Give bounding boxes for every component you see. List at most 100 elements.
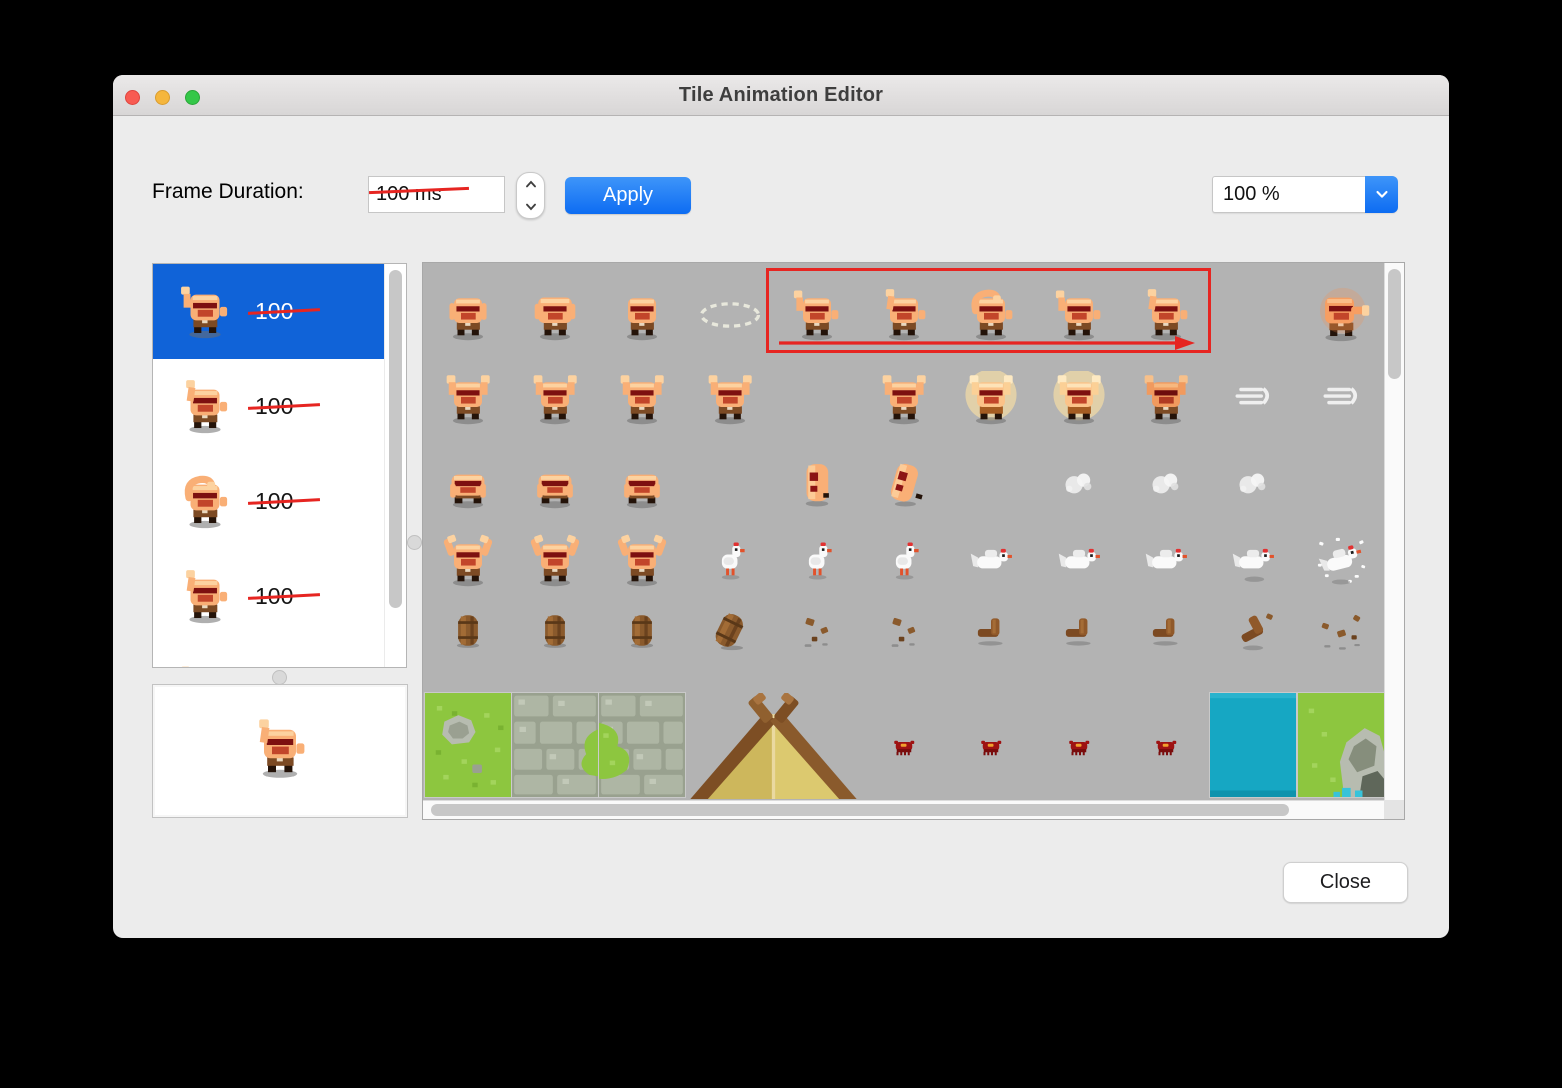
tile-smoke[interactable] xyxy=(1035,451,1122,515)
apply-button[interactable]: Apply xyxy=(565,177,691,214)
close-button[interactable]: Close xyxy=(1283,862,1408,903)
ogre-arms-up-sprite xyxy=(708,375,752,425)
frame-sprite xyxy=(176,663,234,667)
smoke-sprite xyxy=(1239,473,1266,494)
tile-chicken-fly[interactable] xyxy=(948,531,1035,591)
tile-debris-scatter[interactable] xyxy=(1297,601,1384,657)
tile-tile-grass-rock[interactable] xyxy=(1296,692,1384,799)
tile-tile-water[interactable] xyxy=(1209,692,1298,799)
tile-ogre-arms-up[interactable] xyxy=(424,367,511,431)
tile-ogre-arms-up-glow[interactable] xyxy=(1035,367,1122,431)
tile-ogre-roll-side[interactable] xyxy=(860,451,947,515)
tile-dash-effect[interactable] xyxy=(1297,367,1384,431)
scrollbar-thumb[interactable] xyxy=(1388,269,1401,379)
tile-barrel[interactable] xyxy=(599,601,686,657)
tile-ogre-crouch[interactable] xyxy=(424,451,511,515)
tile-chicken-fly[interactable] xyxy=(1122,531,1209,591)
tile-chicken[interactable] xyxy=(773,531,860,591)
tileset-horizontal-scrollbar[interactable] xyxy=(423,800,1384,819)
dash-effect-sprite xyxy=(1235,387,1270,405)
tile-debris[interactable] xyxy=(773,601,860,657)
tile-ogre-arms-up[interactable] xyxy=(599,367,686,431)
tile-ogre-wide[interactable] xyxy=(511,283,598,347)
tile-ogre-flex[interactable] xyxy=(424,531,511,591)
zoom-dropdown-button[interactable] xyxy=(1365,176,1398,213)
frame-duration-input[interactable] xyxy=(368,176,505,213)
ogre-arms-up-dark-sprite xyxy=(1144,375,1188,425)
tile-chicken[interactable] xyxy=(686,531,773,591)
scrollbar-thumb[interactable] xyxy=(431,804,1289,816)
frame-list-item[interactable]: 100 xyxy=(153,549,387,644)
tile-tent[interactable] xyxy=(686,692,861,800)
tile-log-fly[interactable] xyxy=(1210,601,1297,657)
tile-dash-effect[interactable] xyxy=(1210,367,1297,431)
tile-ogre-arms-up[interactable] xyxy=(511,367,598,431)
ogre-flex-sprite xyxy=(618,534,667,587)
frame-list-item[interactable]: 100 xyxy=(153,359,387,454)
marker-ellipse-sprite xyxy=(699,302,760,328)
frame-list-scrollbar[interactable] xyxy=(384,264,406,667)
tile-cell-empty[interactable] xyxy=(686,451,773,515)
ogre-arm-up2-sprite xyxy=(186,569,228,623)
tile-cell-empty[interactable] xyxy=(1210,283,1297,347)
splitter-handle-vertical[interactable] xyxy=(407,535,422,550)
ogre-arms-up-glow-sprite xyxy=(965,371,1017,425)
tile-log[interactable] xyxy=(1122,601,1209,657)
tile-chicken-fly[interactable] xyxy=(1035,531,1122,591)
tile-ogre-crouch[interactable] xyxy=(599,451,686,515)
tile-chicken-burst[interactable] xyxy=(1297,531,1384,591)
scrollbar-corner xyxy=(1384,800,1404,819)
frame-list: 100100100100100 xyxy=(152,263,407,668)
tile-chicken-land[interactable] xyxy=(1210,531,1297,591)
tile-crab[interactable] xyxy=(948,693,1035,799)
close-window-icon[interactable] xyxy=(125,90,140,105)
tile-log[interactable] xyxy=(948,601,1035,657)
tile-ogre-arms-up[interactable] xyxy=(686,367,773,431)
tile-ogre-flex[interactable] xyxy=(511,531,598,591)
splitter-handle-horizontal[interactable] xyxy=(272,670,287,685)
tile-ogre-arms-up-dark[interactable] xyxy=(1122,367,1209,431)
minimize-window-icon[interactable] xyxy=(155,90,170,105)
stepper-down-button[interactable] xyxy=(517,196,544,219)
tile-log[interactable] xyxy=(1035,601,1122,657)
tile-ogre-lean[interactable] xyxy=(424,283,511,347)
tile-tile-stone-grass[interactable] xyxy=(598,692,687,799)
tile-tile-grass[interactable] xyxy=(423,692,512,799)
tile-debris[interactable] xyxy=(860,601,947,657)
tileset-vertical-scrollbar[interactable] xyxy=(1384,263,1404,800)
tile-ogre-roll[interactable] xyxy=(773,451,860,515)
tile-cell-empty[interactable] xyxy=(1297,451,1384,515)
frame-list-item[interactable]: 100 xyxy=(153,644,387,667)
chicken-burst-sprite xyxy=(1317,537,1365,585)
tile-barrel[interactable] xyxy=(424,601,511,657)
stepper-up-button[interactable] xyxy=(517,173,544,196)
tile-crab[interactable] xyxy=(1035,693,1122,799)
frame-list-item[interactable]: 100 xyxy=(153,264,387,359)
zoom-select[interactable]: 100 % xyxy=(1212,176,1398,213)
tile-cell-empty[interactable] xyxy=(773,367,860,431)
tile-barrel[interactable] xyxy=(511,601,598,657)
tile-ogre-crouch[interactable] xyxy=(511,451,598,515)
tile-crab[interactable] xyxy=(1122,693,1209,799)
chicken-sprite xyxy=(896,542,919,580)
tile-smoke[interactable] xyxy=(1210,451,1297,515)
tile-ogre-stand[interactable] xyxy=(599,283,686,347)
frame-sprite xyxy=(176,283,234,341)
tile-tile-stone[interactable] xyxy=(510,692,599,799)
tile-ogre-punch[interactable] xyxy=(1297,283,1384,347)
tileset-view xyxy=(422,262,1405,820)
ogre-crouch-sprite xyxy=(624,474,661,509)
zoom-window-icon[interactable] xyxy=(185,90,200,105)
tile-ogre-flex[interactable] xyxy=(599,531,686,591)
tile-marker-ellipse[interactable] xyxy=(686,283,773,347)
tile-smoke[interactable] xyxy=(1122,451,1209,515)
tile-ogre-arms-up-glow[interactable] xyxy=(948,367,1035,431)
tile-barrel-tilt[interactable] xyxy=(686,601,773,657)
scrollbar-thumb[interactable] xyxy=(389,270,402,608)
tile-cell-empty[interactable] xyxy=(948,451,1035,515)
tile-crab[interactable] xyxy=(860,693,947,799)
titlebar[interactable]: Tile Animation Editor xyxy=(113,75,1449,116)
frame-list-item[interactable]: 100 xyxy=(153,454,387,549)
tile-chicken[interactable] xyxy=(860,531,947,591)
tile-ogre-arms-up[interactable] xyxy=(860,367,947,431)
